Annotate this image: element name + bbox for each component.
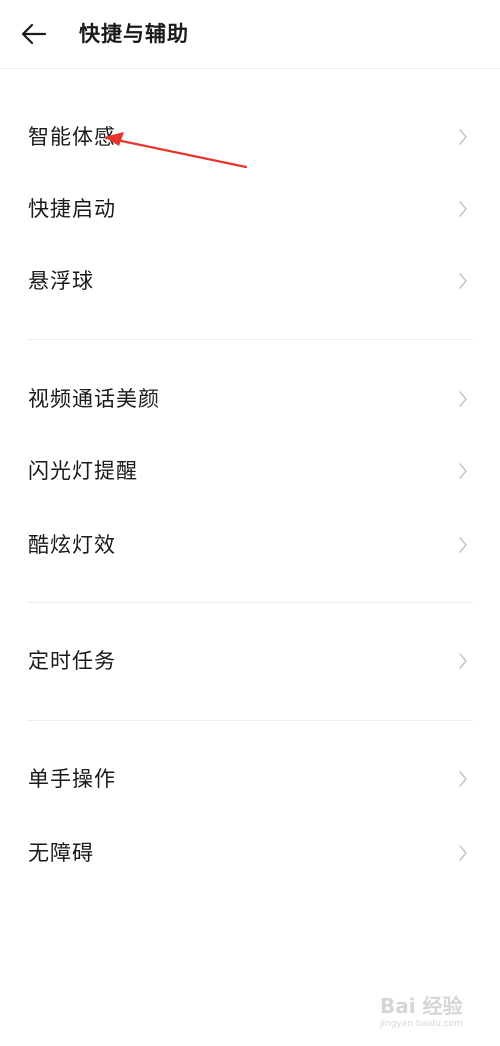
menu-item-smart-motion[interactable]: 智能体感	[0, 106, 500, 168]
back-button[interactable]	[14, 16, 54, 52]
menu-item-video-call-beauty[interactable]: 视频通话美颜	[0, 368, 500, 430]
chevron-right-icon	[459, 463, 467, 479]
menu-item-flash-reminder[interactable]: 闪光灯提醒	[0, 440, 500, 502]
watermark-logo: Bai 经验	[380, 994, 463, 1018]
menu-item-label: 智能体感	[28, 125, 116, 149]
chevron-right-icon	[459, 273, 467, 289]
group-divider	[27, 602, 473, 603]
menu-item-label: 悬浮球	[28, 269, 94, 293]
chevron-right-icon	[459, 201, 467, 217]
menu-item-floating-ball[interactable]: 悬浮球	[0, 250, 500, 312]
menu-item-label: 无障碍	[28, 841, 94, 865]
chevron-right-icon	[459, 391, 467, 407]
chevron-right-icon	[459, 537, 467, 553]
menu-item-label: 酷炫灯效	[28, 533, 116, 557]
menu-item-scheduled-tasks[interactable]: 定时任务	[0, 630, 500, 692]
menu-item-label: 视频通话美颜	[28, 387, 160, 411]
group-divider	[27, 339, 473, 340]
app-header: 快捷与辅助	[0, 0, 500, 69]
baidu-watermark: Bai 经验 jingyan.baidu.com	[376, 990, 486, 1036]
watermark-url: jingyan.baidu.com	[380, 1019, 464, 1029]
chevron-right-icon	[459, 129, 467, 145]
menu-item-cool-light-effects[interactable]: 酷炫灯效	[0, 514, 500, 576]
menu-item-label: 定时任务	[28, 649, 116, 673]
chevron-right-icon	[459, 771, 467, 787]
group-divider	[27, 720, 473, 721]
arrow-left-icon	[21, 23, 47, 45]
chevron-right-icon	[459, 653, 467, 669]
menu-item-accessibility[interactable]: 无障碍	[0, 822, 500, 884]
menu-item-one-handed-mode[interactable]: 单手操作	[0, 748, 500, 810]
menu-item-label: 快捷启动	[28, 197, 116, 221]
page-title: 快捷与辅助	[79, 22, 189, 46]
chevron-right-icon	[459, 845, 467, 861]
menu-item-label: 单手操作	[28, 767, 116, 791]
menu-item-label: 闪光灯提醒	[28, 459, 138, 483]
menu-item-quick-launch[interactable]: 快捷启动	[0, 178, 500, 240]
